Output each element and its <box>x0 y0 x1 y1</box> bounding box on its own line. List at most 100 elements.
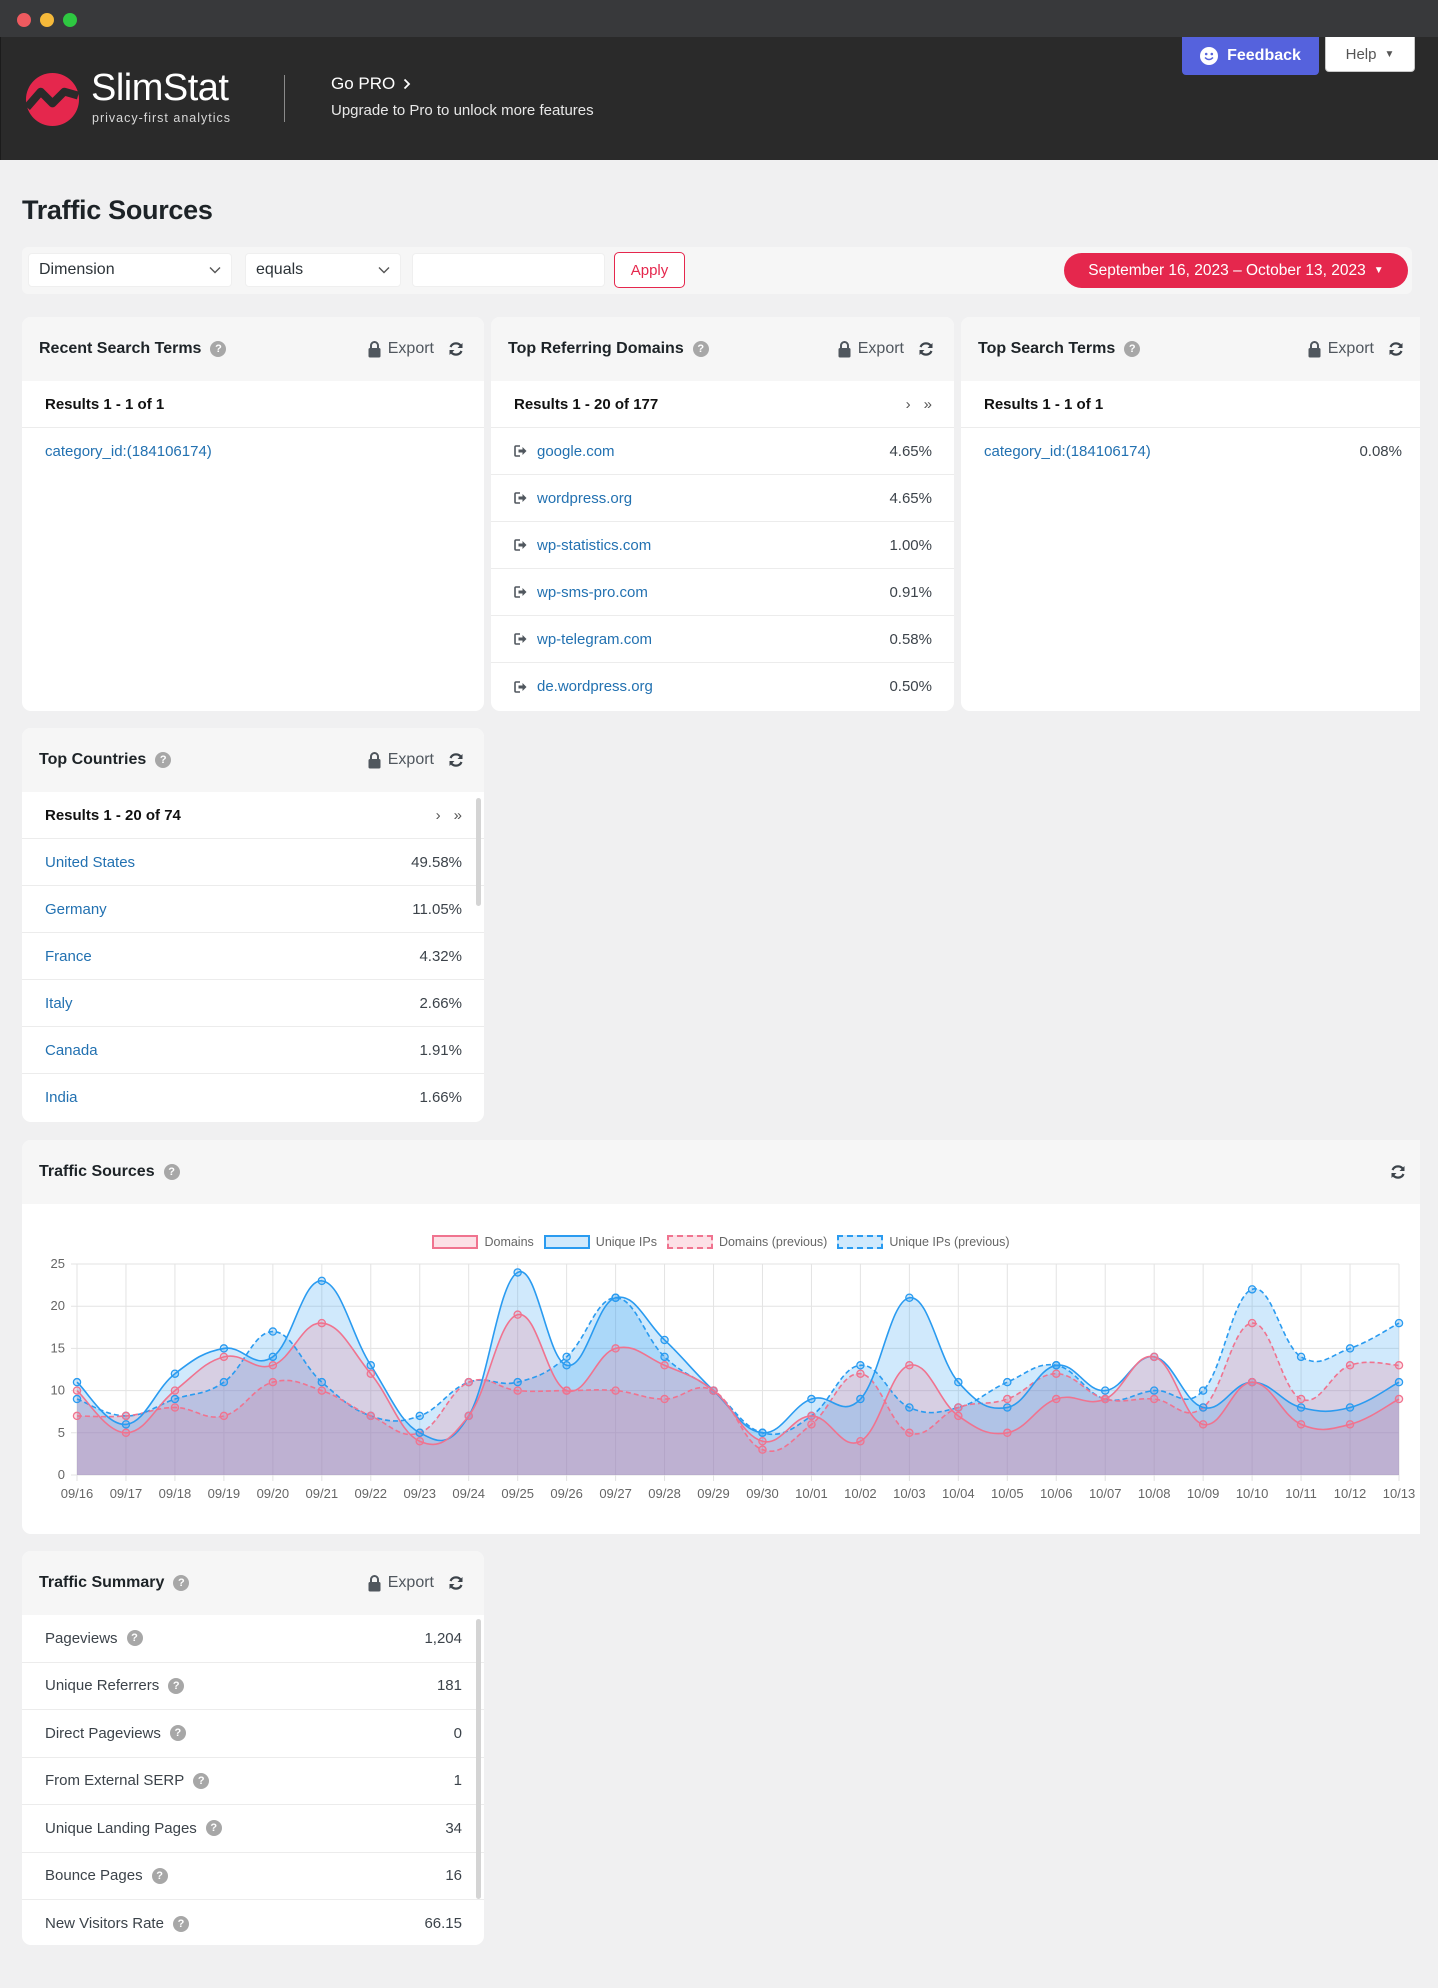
point-domains <box>1198 1420 1208 1429</box>
list-item-left: wp-telegram.com <box>514 631 652 648</box>
export-button[interactable]: Export <box>368 751 434 769</box>
window-minimize-button[interactable] <box>40 13 54 27</box>
results-count: Results 1 - 20 of 74 <box>45 806 181 824</box>
help-icon[interactable]: ? <box>151 1867 168 1884</box>
list-item: France 4.32% <box>22 933 484 980</box>
refresh-icon[interactable] <box>1388 341 1404 357</box>
domain-link[interactable]: wp-sms-pro.com <box>537 584 648 601</box>
point-domains <box>513 1310 522 1319</box>
help-icon[interactable]: ? <box>172 1915 189 1932</box>
point-domains-previous <box>954 1403 963 1412</box>
export-button[interactable]: Export <box>838 340 904 358</box>
point-unique-ips-previous <box>1296 1352 1306 1362</box>
point-unique-ips-previous <box>660 1352 669 1362</box>
country-link[interactable]: Canada <box>45 1042 98 1059</box>
panel-header: Traffic Sources ? <box>22 1140 1420 1204</box>
domain-link[interactable]: wp-statistics.com <box>537 537 651 554</box>
point-unique-ips-previous <box>219 1377 229 1387</box>
dimension-select[interactable]: Dimension <box>28 253 232 287</box>
help-icon[interactable]: ? <box>210 341 227 357</box>
refresh-icon[interactable] <box>1390 1164 1406 1180</box>
external-link-icon[interactable] <box>514 633 527 645</box>
help-icon[interactable]: ? <box>155 752 172 768</box>
country-link[interactable]: United States <box>45 854 135 871</box>
country-link[interactable]: Germany <box>45 901 107 918</box>
y-tick-label: 5 <box>58 1425 65 1440</box>
country-link[interactable]: India <box>45 1089 78 1106</box>
x-tick-label: 10/13 <box>1383 1486 1416 1501</box>
point-domains-previous <box>464 1377 473 1387</box>
external-link-icon[interactable] <box>514 680 527 693</box>
refresh-icon[interactable] <box>918 341 934 357</box>
date-range-button[interactable]: September 16, 2023 – October 13, 2023 ▼ <box>1064 253 1408 288</box>
help-icon[interactable]: ? <box>169 1725 186 1742</box>
help-icon[interactable]: ? <box>173 1575 190 1591</box>
last-page-button[interactable]: » <box>924 396 932 413</box>
refresh-icon[interactable] <box>448 752 464 768</box>
external-link-icon[interactable] <box>514 539 527 551</box>
domain-percent: 4.65% <box>889 442 932 460</box>
window-close-button[interactable] <box>17 13 31 27</box>
summary-label-wrap: Unique Landing Pages? <box>45 1820 222 1837</box>
refresh-icon[interactable] <box>448 1575 464 1591</box>
window-maximize-button[interactable] <box>63 13 77 27</box>
scrollbar-thumb[interactable] <box>476 1619 481 1899</box>
external-link-icon[interactable] <box>514 586 527 598</box>
search-term-link[interactable]: category_id:(184106174) <box>984 443 1151 460</box>
help-icon[interactable]: ? <box>205 1820 222 1837</box>
list-item: category_id:(184106174) <box>22 428 484 475</box>
external-link-icon[interactable] <box>514 492 527 504</box>
summary-row: Bounce Pages? 16 <box>22 1853 484 1900</box>
summary-label: Bounce Pages <box>45 1867 143 1885</box>
point-unique-ips <box>1198 1403 1208 1412</box>
point-domains-previous <box>366 1411 376 1421</box>
domain-link[interactable]: wordpress.org <box>537 490 632 507</box>
help-icon[interactable]: ? <box>168 1677 185 1694</box>
x-tick-label: 09/24 <box>452 1486 485 1501</box>
x-tick-label: 10/10 <box>1236 1486 1269 1501</box>
last-page-button[interactable]: » <box>454 807 462 824</box>
scrollbar-thumb[interactable] <box>476 798 481 906</box>
help-icon[interactable]: ? <box>163 1164 180 1180</box>
panel-title: Recent Search Terms <box>39 340 202 357</box>
filter-value-input[interactable] <box>412 253 605 287</box>
external-link-icon[interactable] <box>514 445 527 457</box>
list-item-left: wp-sms-pro.com <box>514 584 648 601</box>
help-icon[interactable]: ? <box>1124 341 1141 357</box>
list-item: category_id:(184106174) 0.08% <box>961 428 1420 475</box>
export-button[interactable]: Export <box>368 1574 434 1592</box>
results-count: Results 1 - 1 of 1 <box>984 395 1104 413</box>
help-icon[interactable]: ? <box>193 1772 210 1789</box>
point-domains-previous <box>807 1420 816 1429</box>
apply-button[interactable]: Apply <box>614 252 685 288</box>
list-item-left: de.wordpress.org <box>514 678 653 695</box>
help-icon[interactable]: ? <box>126 1630 143 1647</box>
point-domains <box>219 1352 229 1362</box>
domain-link[interactable]: de.wordpress.org <box>537 678 653 695</box>
help-icon[interactable]: ? <box>692 341 709 357</box>
next-page-button[interactable]: › <box>906 396 911 413</box>
export-button[interactable]: Export <box>1308 340 1374 358</box>
export-button[interactable]: Export <box>368 340 434 358</box>
x-tick-label: 09/18 <box>159 1486 192 1501</box>
go-pro-link[interactable]: Go PRO <box>331 74 411 94</box>
feedback-button[interactable]: Feedback <box>1182 37 1319 75</box>
help-dropdown-button[interactable]: Help ▼ <box>1325 37 1415 72</box>
point-unique-ips <box>1296 1403 1306 1412</box>
x-tick-label: 09/19 <box>208 1486 241 1501</box>
point-unique-ips <box>807 1394 816 1404</box>
summary-value: 1 <box>453 1772 462 1790</box>
country-link[interactable]: Italy <box>45 995 73 1012</box>
refresh-icon[interactable] <box>448 341 464 357</box>
country-link[interactable]: France <box>45 948 92 965</box>
search-term-link[interactable]: category_id:(184106174) <box>45 443 212 460</box>
results-count: Results 1 - 1 of 1 <box>45 395 165 413</box>
logo-tagline: privacy-first analytics <box>92 111 231 125</box>
list-item: wp-telegram.com 0.58% <box>491 616 954 663</box>
domain-link[interactable]: google.com <box>537 443 615 460</box>
caret-down-icon: ▼ <box>1373 265 1384 276</box>
operator-select[interactable]: equals <box>245 253 401 287</box>
y-tick-label: 25 <box>51 1256 65 1271</box>
domain-link[interactable]: wp-telegram.com <box>537 631 652 648</box>
next-page-button[interactable]: › <box>436 807 441 824</box>
